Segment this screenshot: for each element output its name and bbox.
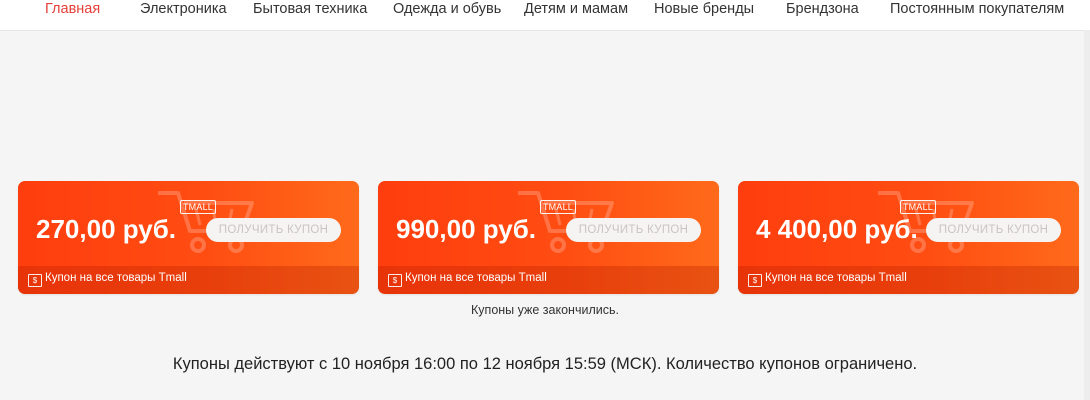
coupon-amount: 990,00 руб. [396, 214, 537, 244]
coupon-description: Купон на все товары Tmall [45, 272, 187, 284]
coupons-ended-status: Купоны уже закончились. [471, 303, 619, 317]
tmall-badge: TMALL [180, 200, 216, 214]
top-navigation: Главная Электроника Бытовая техника Одеж… [0, 0, 1090, 31]
coupon-footer: $ Купон на все товары Tmall [18, 266, 359, 294]
coupon-amount: 270,00 руб. [36, 214, 177, 244]
get-coupon-button[interactable]: ПОЛУЧИТЬ КУПОН [926, 218, 1061, 242]
coupon-footer: $ Купон на все товары Tmall [738, 266, 1079, 294]
nav-item-brandzone[interactable]: Брендзона [786, 0, 859, 18]
coupon-description: Купон на все товары Tmall [765, 272, 907, 284]
get-coupon-button[interactable]: ПОЛУЧИТЬ КУПОН [206, 218, 341, 242]
nav-item-clothing[interactable]: Одежда и обувь [393, 0, 501, 18]
nav-item-home[interactable]: Главная [45, 0, 100, 18]
coupon-card: TMALL 270,00 руб. ПОЛУЧИТЬ КУПОН $ Купон… [18, 181, 359, 294]
nav-item-loyal-customers[interactable]: Постоянным покупателям [890, 0, 1064, 18]
coupon-amount: 4 400,00 руб. [756, 214, 918, 244]
coupon-footer: $ Купон на все товары Tmall [378, 266, 719, 294]
nav-item-electronics[interactable]: Электроника [140, 0, 227, 18]
coupon-validity-note: Купоны действуют с 10 ноября 16:00 по 12… [172, 355, 918, 373]
nav-item-appliances[interactable]: Бытовая техника [253, 0, 367, 18]
coupon-card: TMALL 990,00 руб. ПОЛУЧИТЬ КУПОН $ Купон… [378, 181, 719, 294]
scrollbar[interactable] [1084, 30, 1090, 400]
tmall-badge: TMALL [540, 200, 576, 214]
tmall-badge: TMALL [900, 200, 936, 214]
nav-item-new-brands[interactable]: Новые бренды [654, 0, 754, 18]
dollar-ticket-icon: $ [28, 274, 42, 287]
nav-item-kids[interactable]: Детям и мамам [524, 0, 628, 18]
dollar-ticket-icon: $ [388, 274, 402, 287]
get-coupon-button[interactable]: ПОЛУЧИТЬ КУПОН [566, 218, 701, 242]
coupon-description: Купон на все товары Tmall [405, 272, 547, 284]
dollar-ticket-icon: $ [748, 274, 762, 287]
coupon-card: TMALL 4 400,00 руб. ПОЛУЧИТЬ КУПОН $ Куп… [738, 181, 1079, 294]
